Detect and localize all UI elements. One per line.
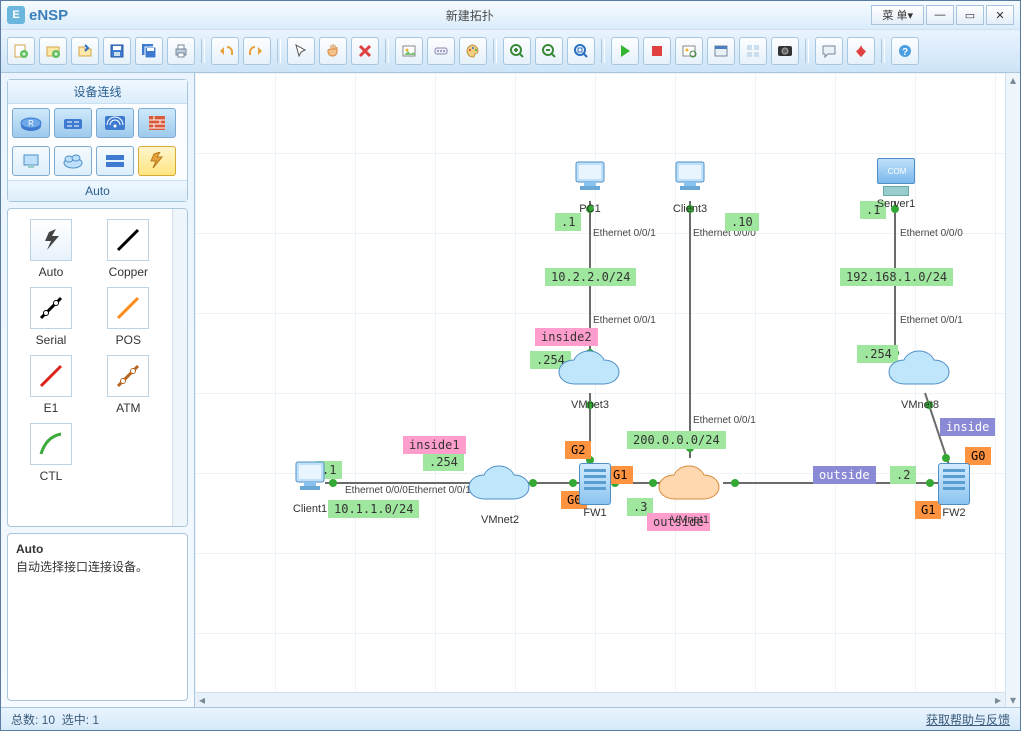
tag-zone: inside2	[535, 328, 598, 346]
toolbar: ?	[1, 29, 1020, 73]
stop-button[interactable]	[643, 37, 671, 65]
sidebar-sub: Auto	[8, 180, 187, 201]
cli-button[interactable]	[707, 37, 735, 65]
zoomin-button[interactable]	[503, 37, 531, 65]
if-label: Ethernet 0/0/1	[408, 485, 471, 496]
if-label: Ethernet 0/0/0	[345, 485, 408, 496]
topology-canvas[interactable]: Ethernet 0/0/0 Ethernet 0/0/1 Ethernet 0…	[195, 73, 1005, 692]
conn-pos[interactable]: POS	[93, 287, 163, 347]
cat-pc[interactable]	[12, 146, 50, 176]
svg-text:R: R	[28, 119, 34, 128]
status-sel: 选中: 1	[62, 713, 99, 727]
tag-ip: .2	[890, 466, 916, 484]
node-vmnet1[interactable]: VMnet1	[655, 463, 725, 509]
tag-net: 192.168.1.0/24	[840, 268, 953, 286]
node-server1[interactable]: .COM Server1	[875, 158, 917, 198]
window-title: 新建拓扑	[68, 7, 871, 24]
chevron-down-icon: ▾	[907, 9, 913, 22]
text-button[interactable]	[427, 37, 455, 65]
screenshot-button[interactable]	[771, 37, 799, 65]
chat-button[interactable]	[815, 37, 843, 65]
if-label: Ethernet 0/0/1	[593, 228, 656, 239]
status-count: 总数: 10	[11, 713, 55, 727]
pan-button[interactable]	[319, 37, 347, 65]
if-label: Ethernet 0/0/0	[900, 228, 963, 239]
if-label: Ethernet 0/0/1	[900, 315, 963, 326]
canvas-vscroll[interactable]: ▴▾	[1005, 73, 1020, 707]
connection-list: Auto Copper Serial POS E1 ATM CTL	[8, 209, 172, 526]
help-button[interactable]: ?	[891, 37, 919, 65]
zoomfit-button[interactable]	[567, 37, 595, 65]
close-button[interactable]: ✕	[986, 5, 1014, 25]
undo-button[interactable]	[211, 37, 239, 65]
desc-panel: Auto 自动选择接口连接设备。	[7, 533, 188, 701]
open-button[interactable]	[71, 37, 99, 65]
node-vmnet3[interactable]: VMnet3	[555, 348, 625, 394]
app-logo: E eNSP	[7, 6, 68, 24]
node-vmnet8[interactable]: VMnet8	[885, 348, 955, 394]
cat-wlan[interactable]	[96, 108, 134, 138]
node-fw2[interactable]: FW2	[937, 463, 971, 507]
conn-atm[interactable]: ATM	[93, 355, 163, 415]
tag-zone: inside1	[403, 436, 466, 454]
tag-zone: inside	[940, 418, 995, 436]
conn-auto[interactable]: Auto	[16, 219, 86, 279]
menu-button[interactable]: 菜 单 ▾	[871, 5, 924, 25]
tag-ip: .254	[423, 453, 464, 471]
saveas-button[interactable]	[135, 37, 163, 65]
grid-button[interactable]	[739, 37, 767, 65]
delete-button[interactable]	[351, 37, 379, 65]
tag-net: 10.1.1.0/24	[328, 500, 419, 518]
minimize-button[interactable]: —	[926, 5, 954, 25]
tag-net: 200.0.0.0/24	[627, 431, 726, 449]
canvas-hscroll[interactable]: ◂▸	[195, 692, 1005, 707]
cat-firewall[interactable]	[138, 108, 176, 138]
conn-e1[interactable]: E1	[16, 355, 86, 415]
app-name: eNSP	[29, 7, 68, 24]
palette-button[interactable]	[459, 37, 487, 65]
conn-serial[interactable]: Serial	[16, 287, 86, 347]
node-client3[interactable]: Client3	[670, 158, 710, 215]
tag-net: 10.2.2.0/24	[545, 268, 636, 286]
cat-router[interactable]: R	[12, 108, 50, 138]
svg-text:?: ?	[902, 47, 908, 58]
new-proj-button[interactable]	[39, 37, 67, 65]
cat-link[interactable]	[138, 146, 176, 176]
if-label: Ethernet 0/0/1	[593, 315, 656, 326]
cat-other[interactable]	[96, 146, 134, 176]
zoomout-button[interactable]	[535, 37, 563, 65]
tag-ip: .1	[555, 213, 581, 231]
print-button[interactable]	[167, 37, 195, 65]
new-topo-button[interactable]	[7, 37, 35, 65]
conn-copper[interactable]: Copper	[93, 219, 163, 279]
save-button[interactable]	[103, 37, 131, 65]
huawei-button[interactable]	[847, 37, 875, 65]
if-label: Ethernet 0/0/1	[693, 415, 756, 426]
tag-port: G2	[565, 441, 591, 459]
sidebar-header: 设备连线	[8, 80, 187, 104]
cat-switch[interactable]	[54, 108, 92, 138]
node-fw1[interactable]: FW1	[578, 463, 612, 507]
conn-ctl[interactable]: CTL	[16, 423, 86, 483]
capture-button[interactable]	[675, 37, 703, 65]
logo-icon: E	[7, 6, 25, 24]
titlebar: E eNSP 新建拓扑 菜 单 ▾ — ▭ ✕	[1, 1, 1020, 29]
node-client1[interactable]: Client1	[290, 458, 330, 515]
cat-cloud[interactable]	[54, 146, 92, 176]
desc-body: 自动选择接口连接设备。	[16, 560, 148, 574]
pointer-button[interactable]	[287, 37, 315, 65]
list-scrollbar[interactable]	[172, 209, 187, 526]
image-button[interactable]	[395, 37, 423, 65]
tag-zone: outside	[813, 466, 876, 484]
node-vmnet2[interactable]: VMnet2	[465, 463, 535, 509]
help-link[interactable]: 获取帮助与反馈	[926, 711, 1010, 728]
desc-title: Auto	[16, 542, 179, 556]
statusbar: 总数: 10 选中: 1 获取帮助与反馈	[1, 707, 1020, 730]
start-button[interactable]	[611, 37, 639, 65]
maximize-button[interactable]: ▭	[956, 5, 984, 25]
redo-button[interactable]	[243, 37, 271, 65]
node-pc1[interactable]: PC1	[570, 158, 610, 215]
tag-ip: .10	[725, 213, 759, 231]
sidebar: 设备连线 R Auto Auto Copper	[1, 73, 195, 707]
